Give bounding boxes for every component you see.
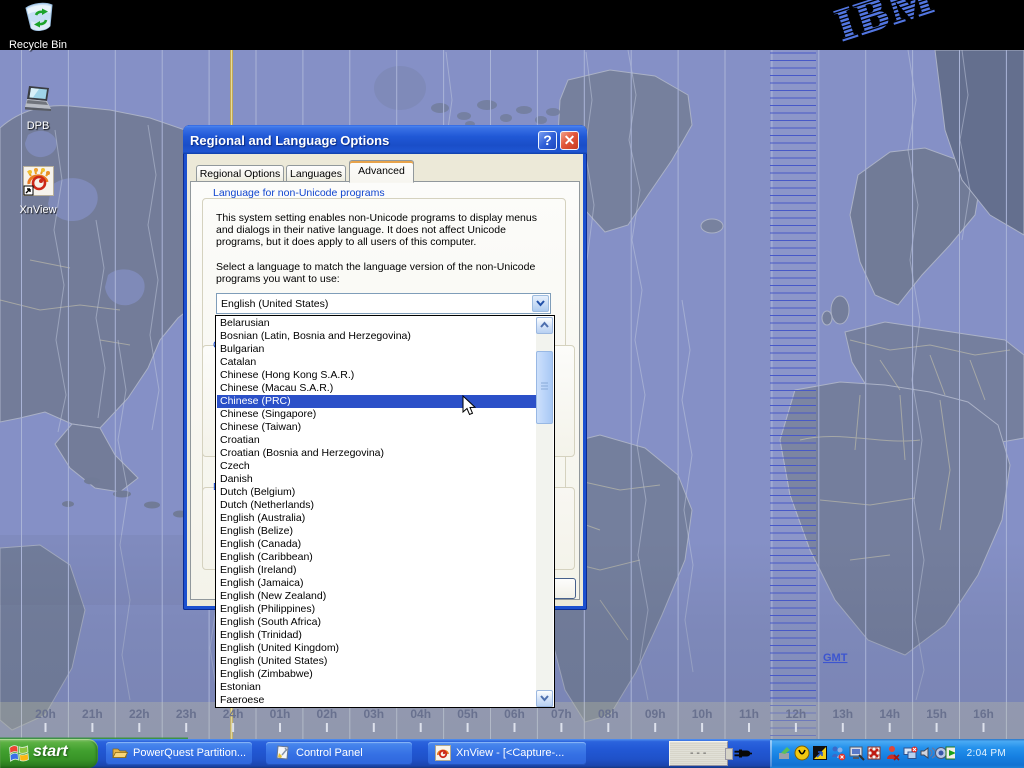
svg-text:03h: 03h bbox=[363, 707, 384, 721]
svg-text:10h: 10h bbox=[692, 707, 713, 721]
svg-text:02h: 02h bbox=[317, 707, 338, 721]
svg-text:23h: 23h bbox=[176, 707, 197, 721]
svg-text:07h: 07h bbox=[551, 707, 572, 721]
svg-text:12h: 12h bbox=[786, 707, 807, 721]
svg-text:11h: 11h bbox=[739, 707, 759, 721]
svg-text:24h: 24h bbox=[223, 707, 244, 721]
svg-text:09h: 09h bbox=[645, 707, 666, 721]
svg-text:16h: 16h bbox=[973, 707, 994, 721]
svg-text:06h: 06h bbox=[504, 707, 525, 721]
svg-text:08h: 08h bbox=[598, 707, 619, 721]
svg-text:04h: 04h bbox=[410, 707, 431, 721]
svg-text:20h: 20h bbox=[35, 707, 56, 721]
svg-text:01h: 01h bbox=[270, 707, 291, 721]
svg-text:GMT: GMT bbox=[823, 652, 848, 664]
svg-text:05h: 05h bbox=[457, 707, 478, 721]
svg-text:14h: 14h bbox=[879, 707, 900, 721]
svg-text:22h: 22h bbox=[129, 707, 150, 721]
svg-text:15h: 15h bbox=[926, 707, 947, 721]
svg-text:21h: 21h bbox=[82, 707, 103, 721]
svg-text:13h: 13h bbox=[832, 707, 853, 721]
